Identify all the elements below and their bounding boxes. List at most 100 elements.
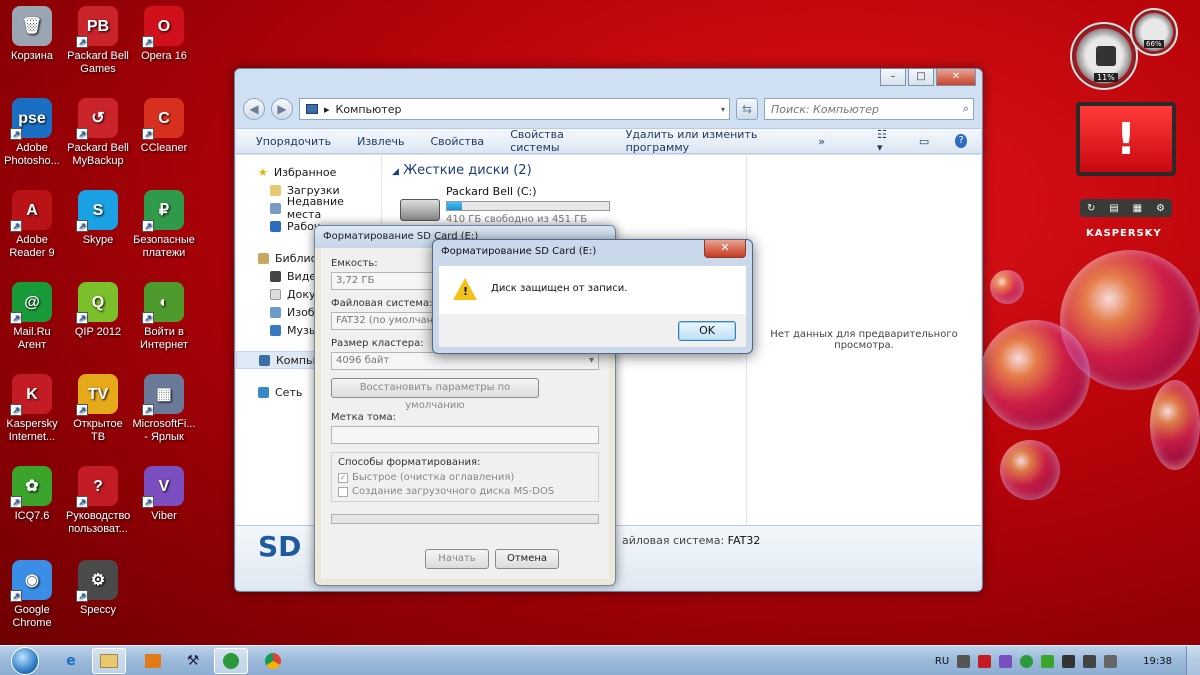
tray-volume-icon[interactable] (1104, 654, 1118, 668)
desktop-icon-item[interactable]: ◉ ↗ Google Chrome (0, 560, 64, 630)
app-icon: TV ↗ (76, 374, 118, 416)
group-header[interactable]: ◢ Жесткие диски (2) (392, 163, 532, 178)
ok-button[interactable]: OK (678, 321, 736, 341)
msdos-checkbox[interactable]: Создание загрузочного диска MS-DOS (338, 486, 592, 497)
star-icon: ★ (258, 165, 268, 179)
breadcrumb-arrow-icon[interactable]: ▸ (324, 103, 330, 116)
desktop-icon-item[interactable]: S ↗ Skype (66, 190, 130, 247)
nav-recent[interactable]: Недавние места (236, 195, 381, 221)
drive-item[interactable]: Packard Bell (C:) 410 ГБ свободно из 451… (398, 185, 618, 225)
shortcut-arrow-icon: ↗ (142, 128, 154, 140)
alert-message-area: ! Диск защищен от записи. (439, 266, 746, 314)
language-indicator[interactable]: RU (935, 656, 949, 667)
desktop-icon-item[interactable]: ⚙ ↗ Speccy (66, 560, 130, 617)
desktop-icon-item[interactable]: ? ↗ Руководство пользоват... (66, 466, 130, 536)
desktop-icon-item[interactable]: A ↗ Adobe Reader 9 (0, 190, 64, 260)
search-icon[interactable]: ⌕ (963, 102, 969, 116)
app-icon: ◉ ↗ (10, 560, 52, 602)
update-icon[interactable]: ↻ (1087, 203, 1095, 214)
desktop-icon-item[interactable]: ↺ ↗ Packard Bell MyBackup (66, 98, 130, 168)
chevron-down-icon[interactable]: ▾ (589, 355, 594, 367)
desktop-icon-item[interactable]: 🗑 Корзина (0, 6, 64, 63)
desktop-icon-item[interactable]: C ↗ CCleaner (132, 98, 196, 155)
address-text[interactable]: Компьютер (336, 103, 402, 116)
details-fs-value: FAT32 (727, 534, 761, 547)
desktop-icon-item[interactable]: @ ↗ Mail.Ru Агент (0, 282, 64, 352)
dropdown-icon[interactable]: ▾ (721, 105, 729, 114)
desktop-icon-item[interactable]: PB ↗ Packard Bell Games (66, 6, 130, 76)
show-desktop-button[interactable] (1186, 646, 1200, 675)
clock[interactable]: 19:38 (1143, 656, 1172, 667)
taskbar-chrome[interactable] (256, 648, 290, 674)
help-icon[interactable]: ? (955, 134, 967, 148)
recent-icon (270, 202, 281, 214)
toolbar-system-properties[interactable]: Свойства системы (510, 128, 599, 154)
toolbar-uninstall[interactable]: Удалить или изменить программу (626, 128, 793, 154)
checkbox-icon[interactable] (338, 486, 348, 497)
tray-device-icon[interactable] (1062, 654, 1076, 668)
tasks-icon[interactable]: ▦ (1133, 203, 1142, 214)
preview-pane-icon[interactable]: ▭ (919, 135, 929, 148)
desktop-icon-item[interactable]: pse ↗ Adobe Photosho... (0, 98, 64, 168)
taskbar-media[interactable] (136, 648, 170, 674)
desktop-icon-item[interactable]: ▦ ↗ MicrosoftFi... - Ярлык (132, 374, 196, 444)
alert-title: Форматирование SD Card (E:) (441, 246, 597, 257)
taskbar-app[interactable]: ⚒ (176, 648, 210, 674)
cpu-meter: 11% (1070, 22, 1138, 90)
desktop-icon-item[interactable]: ✿ ↗ ICQ7.6 (0, 466, 64, 523)
tray-viber-icon[interactable] (999, 654, 1013, 668)
view-options-icon[interactable]: ☷ ▾ (877, 128, 893, 154)
shortcut-arrow-icon: ↗ (142, 496, 154, 508)
collapse-icon[interactable]: ◢ (392, 167, 399, 177)
desktop-icon-item[interactable]: V ↗ Viber (132, 466, 196, 523)
toolbar-properties[interactable]: Свойства (430, 135, 484, 148)
tray-security-icon[interactable] (1041, 654, 1055, 668)
desktop-icon-item[interactable]: TV ↗ Открытое ТВ (66, 374, 130, 444)
nav-favorites[interactable]: ★ Избранное (236, 163, 381, 181)
search-input[interactable]: Поиск: Компьютер ⌕ (764, 98, 974, 120)
taskbar-explorer[interactable] (92, 648, 126, 674)
restore-defaults-button[interactable]: Восстановить параметры по умолчанию (331, 378, 539, 411)
gear-icon[interactable]: ⚙ (1156, 203, 1165, 214)
toolbar-more[interactable]: » (818, 135, 825, 148)
refresh-button[interactable]: ⇆ (736, 98, 758, 120)
computer-icon (259, 354, 270, 366)
toolbar-eject[interactable]: Извлечь (357, 135, 404, 148)
tray-mailru-icon[interactable] (1020, 654, 1034, 668)
tray-network-icon[interactable] (957, 654, 971, 668)
desktop-icon-item[interactable]: K ↗ Kaspersky Internet... (0, 374, 64, 444)
write-protected-alert[interactable]: Форматирование SD Card (E:) ✕ ! Диск защ… (432, 239, 753, 354)
back-button[interactable]: ◀ (243, 98, 265, 120)
close-button[interactable]: ✕ (936, 69, 976, 86)
shortcut-arrow-icon: ↗ (142, 404, 154, 416)
cancel-button[interactable]: Отмена (495, 549, 559, 569)
toolbar-organize[interactable]: Упорядочить (256, 135, 331, 148)
start-button[interactable] (4, 646, 46, 675)
tray-kaspersky-icon[interactable] (978, 654, 992, 668)
desktop-icon-item[interactable]: Q ↗ QIP 2012 (66, 282, 130, 339)
desktop-icon-item[interactable]: ◐ ↗ Войти в Интернет (132, 282, 196, 352)
quick-format-checkbox[interactable]: ✓ Быстрое (очистка оглавления) (338, 472, 592, 483)
app-icon: ▦ ↗ (142, 374, 184, 416)
alert-close-button[interactable]: ✕ (704, 240, 746, 258)
checkbox-checked-icon[interactable]: ✓ (338, 472, 348, 483)
shortcut-arrow-icon: ↗ (10, 404, 22, 416)
app-icon: @ ↗ (10, 282, 52, 324)
forward-button[interactable]: ▶ (271, 98, 293, 120)
volume-input[interactable] (331, 426, 599, 444)
monitor-icon: ! (1076, 102, 1176, 176)
desktop-icon-label: QIP 2012 (74, 326, 122, 338)
desktop-icon-item[interactable]: O ↗ Opera 16 (132, 6, 196, 63)
cluster-select[interactable]: 4096 байт ▾ (331, 352, 599, 370)
taskbar-mailru[interactable] (214, 648, 248, 674)
kaspersky-gadget[interactable]: 11% 66% ! ↻ ▤ ▦ ⚙ KASPERSKY (1068, 6, 1190, 246)
report-icon[interactable]: ▤ (1109, 203, 1118, 214)
maximize-button[interactable]: □ (908, 69, 934, 86)
taskbar-ie[interactable]: e (54, 648, 88, 674)
gadget-buttons[interactable]: ↻ ▤ ▦ ⚙ (1080, 199, 1172, 217)
start-button[interactable]: Начать (425, 549, 489, 569)
address-bar[interactable]: ▸ Компьютер ▾ (299, 98, 730, 120)
desktop-icon-item[interactable]: ₽ ↗ Безопасные платежи (132, 190, 196, 260)
tray-signal-icon[interactable] (1083, 654, 1097, 668)
minimize-button[interactable]: – (880, 69, 906, 86)
